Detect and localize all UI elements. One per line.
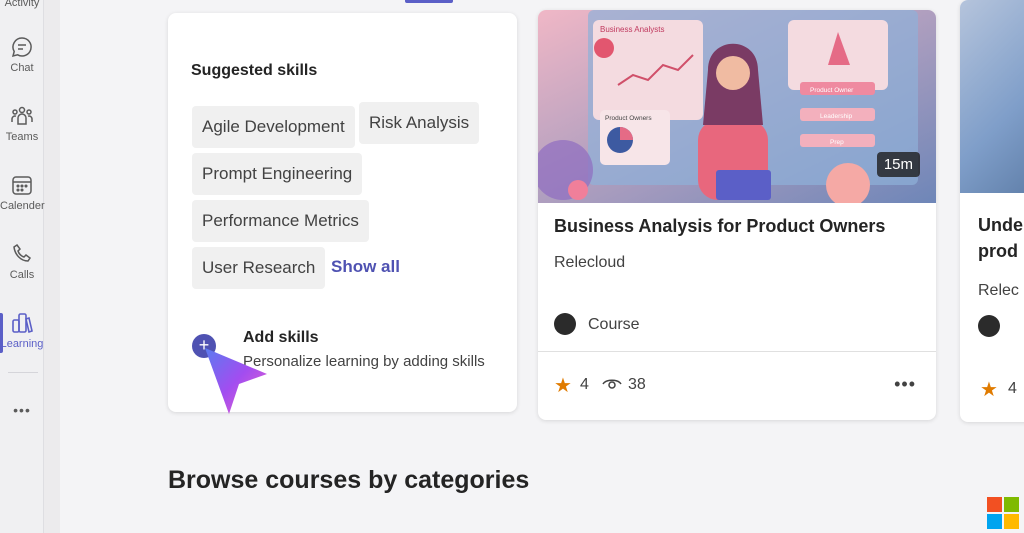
course-card[interactable]: Unde prod Relec ★ 4 <box>960 0 1024 422</box>
rail-item-calls[interactable]: Calls <box>0 242 44 281</box>
rail-item-label: Calender <box>0 200 45 212</box>
skill-chip[interactable]: Performance Metrics <box>192 200 369 242</box>
skill-chip[interactable]: User Research <box>192 247 326 289</box>
rail-item-chat[interactable]: Chat <box>0 35 44 74</box>
thumbnail-label: Leadership <box>820 113 853 120</box>
browse-categories-heading: Browse courses by categories <box>168 466 530 494</box>
provider-logo-icon <box>554 313 576 335</box>
chat-icon <box>11 37 32 58</box>
cursor-pointer-icon <box>205 348 267 414</box>
course-type: Course <box>588 316 640 333</box>
star-icon: ★ <box>980 379 998 401</box>
course-title[interactable]: Business Analysis for Product Owners <box>554 216 885 237</box>
star-icon: ★ <box>554 375 572 397</box>
rail-item-calendar[interactable]: Calender <box>0 173 45 212</box>
course-provider: Relecloud <box>554 254 626 271</box>
calendar-icon <box>12 176 32 195</box>
show-all-link[interactable]: Show all <box>331 257 400 277</box>
rail-item-label: Teams <box>5 131 39 143</box>
thumbnail-label: Product Owners <box>605 115 652 122</box>
rail-item-label: Learning <box>0 338 44 350</box>
course-card[interactable]: Business Analysts Product Owners Product… <box>538 10 936 420</box>
rail-item-learning[interactable]: Learning <box>0 311 44 353</box>
app-rail: Activity Chat Teams Calender Calls Learn… <box>0 0 45 533</box>
course-rating: 4 <box>1008 380 1017 397</box>
microsoft-logo-icon <box>987 497 1019 529</box>
more-options-button[interactable]: ••• <box>894 374 916 395</box>
rail-item-label: Chat <box>10 62 34 74</box>
course-rating: 4 <box>580 376 589 393</box>
more-icon: ••• <box>13 402 31 418</box>
course-provider: Relec <box>978 282 1019 299</box>
thumbnail-label: Product Owner <box>810 87 854 94</box>
learning-icon <box>12 313 33 334</box>
thumbnail-label: Prep <box>830 139 844 146</box>
eye-icon <box>602 379 622 389</box>
skill-chip[interactable]: Prompt Engineering <box>192 153 363 195</box>
course-views: 38 <box>628 376 646 393</box>
add-skills-subtitle: Personalize learning by adding skills <box>243 353 485 370</box>
rail-item-teams[interactable]: Teams <box>0 104 44 143</box>
suggested-skills-title: Suggested skills <box>191 62 318 79</box>
rail-item-activity[interactable]: Activity <box>0 0 44 9</box>
course-title[interactable]: Unde prod <box>978 212 1023 264</box>
duration-badge: 15m <box>876 152 920 177</box>
rail-item-label: Calls <box>9 269 35 281</box>
skill-chip[interactable]: Risk Analysis <box>359 102 480 144</box>
skill-chip[interactable]: Agile Development <box>192 106 355 148</box>
rail-divider <box>8 372 38 373</box>
active-tab-indicator <box>405 0 453 3</box>
thumbnail-label: Business Analysts <box>600 25 664 34</box>
teams-icon <box>11 106 33 125</box>
rail-item-label: Activity <box>4 0 40 9</box>
phone-icon <box>13 243 32 262</box>
card-divider <box>538 351 936 352</box>
rail-more-button[interactable]: ••• <box>0 402 44 418</box>
provider-logo-icon <box>978 315 1000 337</box>
course-thumbnail <box>960 0 1024 193</box>
